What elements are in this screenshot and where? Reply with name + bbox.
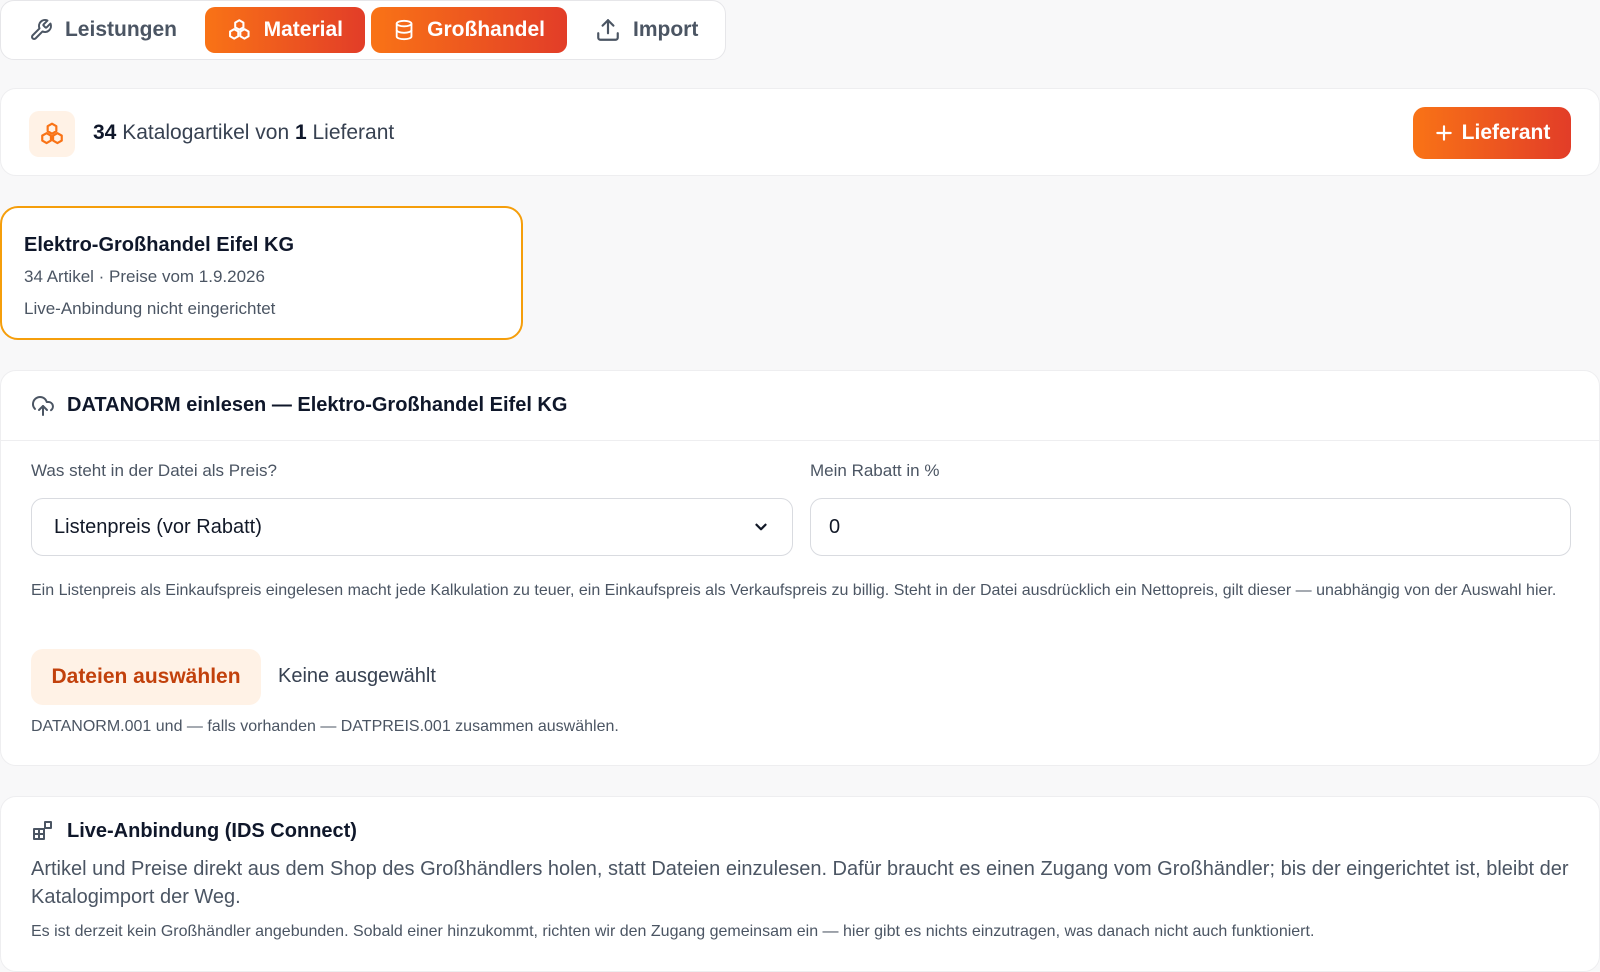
database-icon bbox=[395, 19, 413, 41]
catalog-summary: 34 Katalogartikel von 1 Lieferant bbox=[0, 88, 1600, 176]
article-count: 34 bbox=[93, 121, 117, 144]
tab-material[interactable]: Material bbox=[205, 7, 365, 53]
file-status: Keine ausgewählt bbox=[278, 665, 436, 687]
add-supplier-button[interactable]: Lieferant bbox=[1413, 107, 1571, 159]
datanorm-title: DATANORM einlesen — Elektro-Großhandel E… bbox=[67, 394, 568, 416]
supplier-name: Elektro-Großhandel Eifel KG bbox=[24, 234, 295, 256]
upload-icon bbox=[597, 19, 619, 41]
discount-label: Mein Rabatt in % bbox=[810, 461, 940, 480]
ids-header: Live-Anbindung (IDS Connect) bbox=[31, 819, 1569, 843]
blocks-icon bbox=[33, 821, 52, 840]
tab-label: Material bbox=[263, 18, 343, 41]
plus-icon bbox=[1435, 125, 1452, 141]
price-type-value: Listenpreis (vor Rabatt) bbox=[54, 515, 262, 538]
cubes-icon bbox=[29, 111, 75, 157]
ids-description: Artikel und Preise direkt aus dem Shop d… bbox=[31, 858, 1569, 908]
discount-value: 0 bbox=[829, 515, 841, 538]
supplier-card[interactable]: Elektro-Großhandel Eifel KG 34 Artikel ·… bbox=[0, 206, 523, 340]
tab-leistungen[interactable]: Leistungen bbox=[7, 7, 199, 53]
catalog-summary-text: 34 Katalogartikel von 1 Lieferant bbox=[93, 121, 394, 145]
price-type-select[interactable]: Listenpreis (vor Rabatt) bbox=[31, 498, 793, 556]
datanorm-panel: DATANORM einlesen — Elektro-Großhandel E… bbox=[0, 370, 1600, 766]
summary-end: Lieferant bbox=[306, 121, 395, 144]
cubes-icon bbox=[229, 19, 250, 40]
tab-label: Import bbox=[633, 18, 699, 41]
discount-input[interactable]: 0 bbox=[810, 498, 1571, 556]
datanorm-header: DATANORM einlesen — Elektro-Großhandel E… bbox=[1, 371, 1599, 441]
ids-note: Es ist derzeit kein Großhändler angebund… bbox=[31, 923, 1315, 940]
supplier-count: 1 bbox=[294, 121, 307, 144]
tab-bar: Leistungen Material Großhandel Import bbox=[0, 0, 726, 60]
supplier-live-status: Live-Anbindung nicht eingerichtet bbox=[24, 299, 276, 318]
chevron-down-icon bbox=[755, 523, 767, 531]
price-type-label: Was steht in der Datei als Preis? bbox=[31, 461, 277, 480]
tab-import[interactable]: Import bbox=[573, 7, 720, 53]
supplier-meta: 34 Artikel · Preise vom 1.9.2026 bbox=[24, 267, 265, 286]
cloud-upload-icon bbox=[32, 395, 54, 416]
tab-grosshandel[interactable]: Großhandel bbox=[371, 7, 567, 53]
wrench-icon bbox=[31, 19, 52, 40]
add-supplier-label: Lieferant bbox=[1461, 121, 1551, 144]
tab-label: Leistungen bbox=[64, 18, 177, 41]
file-hint: DATANORM.001 und — falls vorhanden — DAT… bbox=[31, 718, 619, 735]
price-hint: Ein Listenpreis als Einkaufspreis eingel… bbox=[31, 582, 1557, 599]
summary-mid: Katalogartikel von bbox=[116, 121, 295, 144]
choose-files-button[interactable]: Dateien auswählen bbox=[31, 649, 261, 705]
tab-label: Großhandel bbox=[427, 18, 545, 41]
ids-title: Live-Anbindung (IDS Connect) bbox=[67, 819, 357, 842]
ids-connect-panel: Live-Anbindung (IDS Connect) Artikel und… bbox=[0, 796, 1600, 972]
